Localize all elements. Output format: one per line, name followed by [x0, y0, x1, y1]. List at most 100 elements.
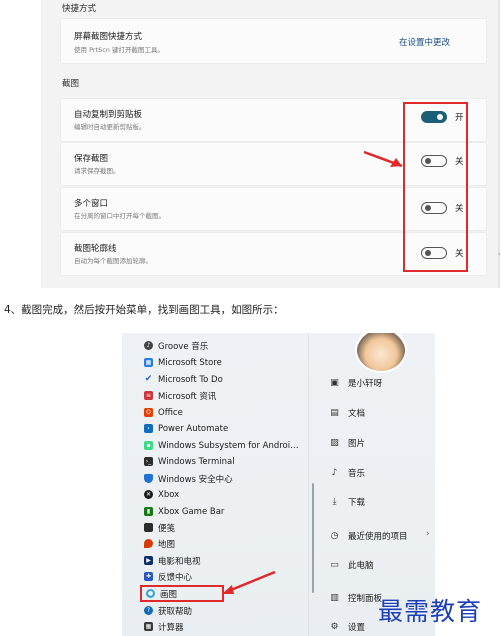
movies-icon: ▶ — [144, 556, 153, 565]
section-title-snip: 截图 — [62, 79, 80, 89]
side-label: 此电脑 — [348, 561, 374, 571]
printscreen-shortcut-card: 屏幕截图快捷方式 使用 PrtScn 键打开截图工具。 在设置中更改 — [60, 18, 487, 64]
side-recent[interactable]: ◷ 最近使用的项目 — [329, 530, 408, 542]
security-icon — [144, 474, 153, 483]
app-label: Power Automate — [158, 423, 229, 434]
user-folder-icon: ▣ — [330, 378, 339, 388]
app-label: Office — [158, 407, 183, 418]
outline-desc: 自动为每个截图添加轮廓。 — [74, 257, 152, 265]
printscreen-desc: 使用 PrtScn 键打开截图工具。 — [74, 46, 164, 54]
app-feedback-hub[interactable]: ✚ 反馈中心 — [144, 569, 192, 584]
music-icon: ♪ — [331, 468, 338, 478]
app-wsa[interactable]: ▪ Windows Subsystem for Androi… — [144, 438, 299, 453]
office-icon: O — [144, 408, 153, 417]
change-in-settings-link[interactable]: 在设置中更改 — [399, 36, 450, 48]
store-icon: ▦ — [144, 358, 153, 367]
app-movies-tv[interactable]: ▶ 电影和电视 — [144, 553, 201, 568]
outline-title: 截图轮廓线 — [74, 244, 117, 254]
printscreen-title: 屏幕截图快捷方式 — [74, 32, 143, 42]
app-label: Windows Terminal — [158, 456, 235, 467]
side-label: 下载 — [348, 498, 366, 508]
groove-music-icon: ♪ — [144, 341, 153, 350]
calculator-icon: ▦ — [144, 622, 153, 631]
app-windows-terminal[interactable]: ›_ Windows Terminal — [144, 454, 235, 469]
app-groove-music[interactable]: ♪ Groove 音乐 — [144, 338, 208, 353]
control-panel-icon: ▥ — [330, 593, 339, 603]
app-label: Microsoft To Do — [158, 374, 223, 385]
xbox-game-bar-icon: ▮ — [144, 507, 153, 516]
save-screenshot-title: 保存截图 — [74, 154, 109, 164]
chevron-right-icon[interactable]: › — [426, 529, 430, 539]
side-documents[interactable]: ▤ 文档 — [329, 407, 365, 419]
app-label: 地图 — [158, 539, 176, 550]
app-microsoft-news[interactable]: ≡ Microsoft 资讯 — [144, 388, 216, 403]
app-maps[interactable]: 地图 — [144, 536, 175, 551]
download-icon: ⤓ — [332, 497, 337, 507]
side-label: 设置 — [348, 623, 366, 633]
side-downloads[interactable]: ⤓ 下载 — [329, 496, 366, 508]
app-label: Xbox Game Bar — [158, 506, 225, 517]
app-paint[interactable]: ● 画图 — [140, 585, 224, 602]
settings-icon: ⚙ — [330, 622, 339, 632]
app-office[interactable]: O Office — [144, 405, 183, 420]
app-label: 获取帮助 — [158, 606, 193, 617]
app-calculator[interactable]: ▦ 计算器 — [144, 619, 184, 634]
app-label: 电影和电视 — [158, 556, 201, 567]
app-label: Xbox — [158, 489, 180, 500]
side-label: 最近使用的项目 — [348, 532, 408, 542]
todo-icon: ✔ — [144, 374, 153, 384]
side-label: 图片 — [348, 439, 366, 449]
maps-icon — [144, 539, 153, 548]
pictures-icon: ▨ — [330, 438, 339, 448]
pc-icon: ▭ — [330, 560, 339, 570]
multi-window-desc: 在分离的窗口中打开每个截图。 — [74, 212, 165, 220]
app-microsoft-store[interactable]: ▦ Microsoft Store — [144, 355, 222, 370]
app-label: Groove 音乐 — [158, 341, 209, 352]
side-user-folder[interactable]: ▣ 是小轩呀 — [329, 377, 382, 389]
feedback-icon: ✚ — [144, 572, 153, 581]
chevron-down-icon[interactable]: ⌄ — [497, 249, 500, 257]
paint-icon: ● — [146, 589, 155, 598]
app-list-scrollbar[interactable] — [312, 483, 314, 593]
app-label: Microsoft Store — [158, 357, 222, 368]
toggles-highlight-box — [403, 102, 468, 272]
app-label: Windows Subsystem for Androi… — [158, 440, 299, 451]
side-this-pc[interactable]: ▭ 此电脑 — [329, 559, 374, 571]
help-icon: ? — [144, 606, 153, 615]
app-label: 便笺 — [158, 523, 176, 534]
avatar[interactable] — [355, 333, 407, 373]
app-label: Microsoft 资讯 — [158, 391, 217, 402]
auto-copy-title: 自动复制到剪贴板 — [74, 110, 143, 120]
section-title-shortcut: 快捷方式 — [62, 4, 97, 14]
side-label: 文档 — [348, 409, 366, 419]
app-microsoft-todo[interactable]: ✔ Microsoft To Do — [144, 372, 223, 387]
all-apps-list: ♪ Groove 音乐 ▦ Microsoft Store ✔ Microsoft T… — [122, 333, 308, 636]
terminal-icon: ›_ — [144, 457, 153, 466]
save-screenshot-desc: 请求保存截图。 — [74, 167, 120, 175]
power-automate-icon: › — [144, 424, 153, 433]
document-icon: ▤ — [330, 408, 339, 418]
panel-edge — [498, 0, 500, 288]
news-icon: ≡ — [144, 391, 153, 400]
pane-divider — [308, 333, 309, 636]
app-power-automate[interactable]: › Power Automate — [144, 421, 228, 436]
app-windows-security[interactable]: Windows 安全中心 — [144, 471, 233, 486]
app-label: 计算器 — [158, 622, 184, 633]
wsa-icon: ▪ — [144, 441, 153, 450]
multi-window-title: 多个窗口 — [74, 199, 109, 209]
app-xbox-game-bar[interactable]: ▮ Xbox Game Bar — [144, 504, 224, 519]
app-sticky-notes[interactable]: 便笺 — [144, 520, 175, 535]
app-xbox[interactable]: ✕ Xbox — [144, 487, 179, 502]
recent-icon: ◷ — [330, 531, 339, 541]
app-label: 画图 — [160, 589, 178, 600]
snipping-settings-panel: 快捷方式 屏幕截图快捷方式 使用 PrtScn 键打开截图工具。 在设置中更改 … — [41, 0, 500, 288]
side-control-panel[interactable]: ▥ 控制面板 — [329, 592, 382, 604]
app-get-help[interactable]: ? 获取帮助 — [144, 603, 192, 618]
auto-copy-desc: 编辑时自动更新剪贴板。 — [74, 123, 146, 131]
app-label: 反馈中心 — [158, 572, 193, 583]
side-settings[interactable]: ⚙ 设置 — [329, 621, 365, 633]
side-pictures[interactable]: ▨ 图片 — [329, 437, 365, 449]
side-label: 是小轩呀 — [348, 379, 383, 389]
side-music[interactable]: ♪ 音乐 — [329, 467, 365, 479]
step-instruction: 4、截图完成，然后按开始菜单，找到画图工具，如图所示： — [4, 304, 284, 316]
